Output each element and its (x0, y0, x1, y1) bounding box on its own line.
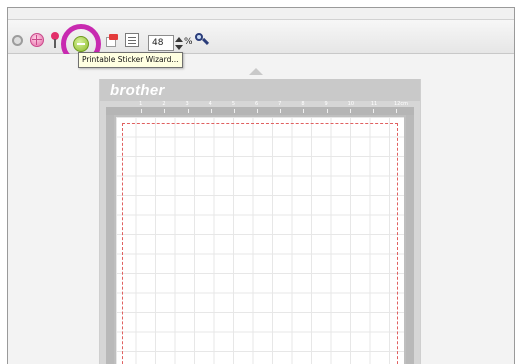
ruler-number: 9 (324, 101, 328, 107)
spinner-up-icon[interactable] (175, 37, 183, 42)
ruler-tick (396, 109, 397, 113)
spinner-down-icon[interactable] (175, 45, 183, 50)
scroll-up-arrow-icon[interactable] (249, 68, 263, 75)
ruler-tick (210, 109, 212, 113)
ruler-number: 8 (301, 101, 305, 107)
ruler-tick (280, 109, 282, 113)
list-icon[interactable] (125, 33, 139, 47)
ruler-number: 12 (394, 101, 401, 107)
ruler-tick (372, 109, 374, 113)
list-line (128, 40, 136, 41)
ruler-tick (326, 109, 328, 113)
magnifier-icon[interactable] (193, 32, 210, 48)
ruler-unit-label: cm (400, 101, 408, 107)
ruler-tick (187, 109, 189, 113)
app-window: 48 % Printable Sticker Wizard... brother… (7, 7, 515, 364)
left-rail (106, 115, 114, 364)
zoom-unit-label: % (184, 37, 193, 47)
ruler-number: 3 (185, 101, 189, 107)
ruler-number: 2 (162, 101, 166, 107)
tooltip: Printable Sticker Wizard... (78, 52, 183, 68)
pin-icon[interactable] (49, 32, 61, 52)
list-line (128, 37, 136, 38)
pin-stem (54, 39, 56, 48)
globe-icon[interactable] (30, 33, 44, 47)
red-tab-sheet-icon[interactable] (106, 34, 118, 48)
ruler-tick (141, 109, 143, 113)
ruler-tick (303, 109, 305, 113)
ruler-number: 1 (139, 101, 143, 107)
cut-region (122, 123, 398, 364)
ruler-number: 4 (208, 101, 212, 107)
printable-sticker-wizard-icon[interactable] (73, 36, 89, 52)
grey-circle-icon[interactable] (12, 35, 23, 46)
red-tab-shape (109, 34, 118, 40)
ruler-number: 5 (231, 101, 236, 107)
mat-header: brother (100, 79, 420, 101)
brand-logo: brother (110, 82, 165, 99)
mat-body: cm 1 2 3 4 5 6 7 8 9 10 11 12 (106, 101, 414, 364)
cutting-mat[interactable]: brother cm 1 2 3 4 5 6 7 8 9 10 11 12 (99, 79, 421, 364)
ruler-tick (257, 109, 258, 113)
ruler-number: 11 (370, 101, 378, 107)
mat-grid[interactable] (116, 117, 404, 364)
toolbar: 48 % (8, 19, 514, 64)
ruler-number: 6 (255, 101, 259, 107)
right-rail (406, 115, 414, 364)
ruler-tick (233, 109, 235, 113)
ruler-tick (349, 109, 351, 113)
ruler-number: 7 (278, 101, 282, 107)
ruler-tick (164, 109, 166, 113)
list-line (128, 43, 136, 44)
zoom-spinner[interactable] (175, 35, 183, 51)
mat-ruler: cm 1 2 3 4 5 6 7 8 9 10 11 12 (106, 101, 414, 115)
zoom-input[interactable]: 48 (148, 35, 174, 51)
ruler-number: 10 (347, 101, 355, 107)
lens-handle (202, 37, 210, 45)
